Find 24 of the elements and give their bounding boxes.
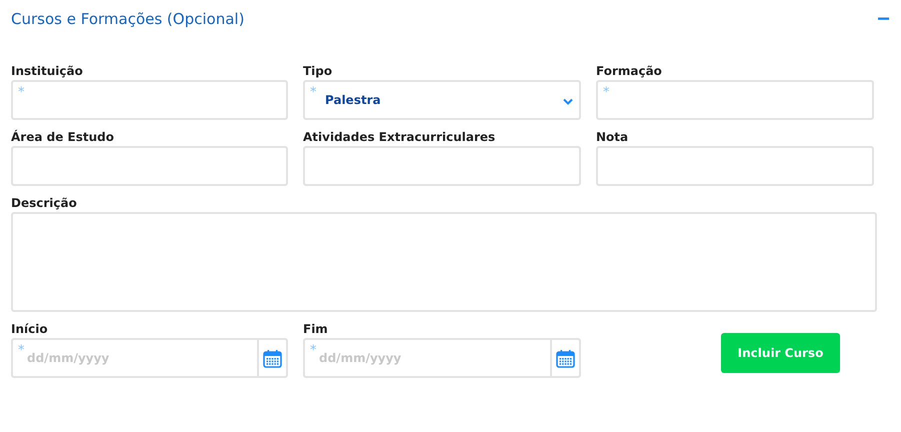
calendar-icon bbox=[556, 348, 575, 368]
field-label: Início bbox=[11, 321, 49, 338]
text-area[interactable] bbox=[11, 212, 877, 312]
input-field[interactable]: * bbox=[11, 80, 288, 120]
field-label: Área de Estudo bbox=[11, 129, 115, 146]
input-field[interactable] bbox=[596, 146, 874, 186]
input-field[interactable]: * bbox=[596, 80, 874, 120]
field-label: Fim bbox=[303, 321, 329, 338]
input-field[interactable] bbox=[303, 146, 581, 186]
calendar-icon bbox=[263, 348, 282, 368]
chevron-down-icon bbox=[563, 98, 573, 105]
field-label: Descrição bbox=[11, 195, 78, 212]
field-label: Tipo bbox=[303, 63, 334, 80]
add-course-button[interactable]: Incluir Curso bbox=[721, 333, 840, 373]
select-field[interactable]: * Palestra bbox=[303, 80, 581, 120]
field-label: Instituição bbox=[11, 63, 84, 80]
calendar-button[interactable] bbox=[257, 338, 288, 378]
section-title: Cursos e Formações (Opcional) bbox=[11, 10, 244, 28]
field-label: Atividades Extracurriculares bbox=[303, 129, 496, 146]
field-label: Formação bbox=[596, 63, 663, 80]
field-label: Nota bbox=[596, 129, 630, 146]
input-field[interactable] bbox=[11, 146, 288, 186]
calendar-button[interactable] bbox=[550, 338, 581, 378]
collapse-button[interactable]: − bbox=[877, 8, 890, 30]
